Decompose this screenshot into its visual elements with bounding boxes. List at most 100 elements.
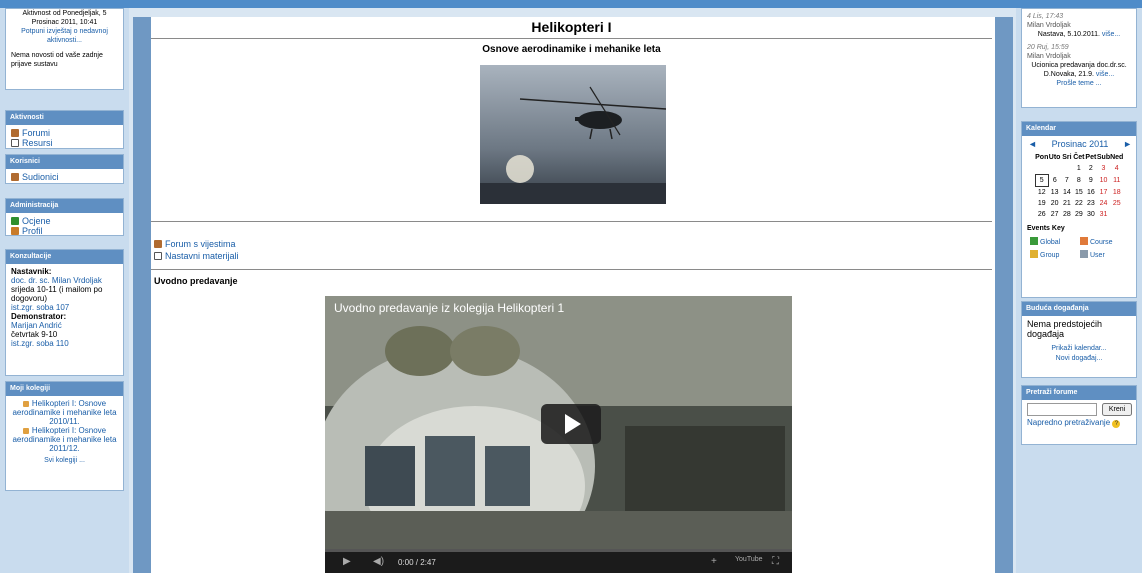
calendar-day[interactable]: 6 [1048,175,1061,187]
calendar-day[interactable]: 20 [1048,198,1061,209]
calendar-day[interactable]: 10 [1097,175,1110,187]
section-title: Uvodno predavanje [154,276,238,286]
calendar-day[interactable]: 22 [1073,198,1085,209]
events-key-title: Events Key [1027,225,1065,232]
search-forums-title: Pretraži forume [1022,386,1136,400]
key-global[interactable]: Global [1030,236,1080,249]
weekday-header: Pet [1085,154,1097,161]
profil-link[interactable]: Profil [11,226,118,236]
calendar-day[interactable]: 1 [1073,163,1085,175]
calendar-day[interactable]: 3 [1097,163,1110,175]
calendar-month[interactable]: Prosinac 2011 [1022,139,1136,149]
all-courses-link[interactable]: Svi kolegiji ... [11,456,118,465]
calendar-day[interactable]: 30 [1085,209,1097,220]
new-event-link[interactable]: Novi događaj... [1027,354,1131,364]
demonstrator-room-link[interactable]: ist.zgr. soba 110 [11,339,118,348]
demonstrator-name-link[interactable]: Marijan Andrić [11,321,118,330]
video-title[interactable]: Uvodno predavanje iz kolegija Helikopter… [334,301,564,315]
news-1-more-link[interactable]: više... [1102,31,1120,38]
calendar-day[interactable]: 19 [1035,198,1048,209]
calendar-day [1110,209,1123,220]
advanced-search-link[interactable]: Napredno pretraživanje ? [1027,418,1131,428]
calendar-day[interactable]: 4 [1110,163,1123,175]
calendar-day[interactable]: 25 [1110,198,1123,209]
no-upcoming-text: Nema predstojećih događaja [1027,319,1103,339]
video-controls: ▶ ◀) 0:00 / 2:47 + YouTube ⛶ [325,549,792,573]
calendar-day[interactable]: 16 [1085,187,1097,199]
help-icon[interactable]: ? [1112,420,1121,428]
konzultacije-title: Konzultacije [6,250,123,264]
calendar-day[interactable]: 5 [1034,174,1049,187]
play-icon[interactable]: ▶ [343,556,351,567]
key-course[interactable]: Course [1080,237,1113,246]
calendar-day[interactable]: 2 [1085,163,1097,175]
konzultacije-block: Konzultacije Nastavnik: doc. dr. sc. Mil… [5,249,124,376]
key-user[interactable]: User [1080,250,1105,259]
news-2-more-link[interactable]: više... [1096,71,1114,78]
resursi-link[interactable]: Resursi [11,138,118,148]
calendar-title: Kalendar [1022,122,1136,136]
full-activity-report-link[interactable]: Potpuni izvještaj o nedavnoj aktivnosti.… [11,27,118,45]
key-user-label: User [1090,252,1105,259]
calendar-day[interactable]: 28 [1061,209,1073,220]
calendar-day [1048,163,1061,175]
resource-icon [154,252,162,260]
calendar-day[interactable]: 8 [1073,175,1085,187]
calendar-day[interactable]: 31 [1097,209,1110,220]
calendar-day[interactable]: 9 [1085,175,1097,187]
next-month-button[interactable]: ► [1123,139,1132,149]
calendar-day[interactable]: 29 [1073,209,1085,220]
calendar-day[interactable]: 23 [1085,198,1097,209]
fullscreen-icon[interactable]: ⛶ [772,556,779,567]
sudionici-link[interactable]: Sudionici [11,172,118,182]
calendar-day[interactable]: 13 [1048,187,1061,199]
calendar-day[interactable]: 15 [1073,187,1085,199]
activity-line-2: Prosinac 2011, 10:41 [31,19,98,26]
teacher-room-link[interactable]: ist.zgr. soba 107 [11,303,118,312]
calendar-day [1035,163,1048,175]
title-divider [151,38,992,39]
calendar-day[interactable]: 18 [1110,187,1123,199]
course-link-2010[interactable]: Helikopteri I: Osnove aerodinamike i meh… [11,399,118,426]
forumi-link[interactable]: Forumi [11,128,118,138]
participants-icon [11,173,19,181]
right-column: 4 Lis, 17:43 Milan Vrdoljak Nastava, 5.1… [1016,8,1142,573]
plus-icon[interactable]: + [711,556,717,567]
calendar-day[interactable]: 24 [1097,198,1110,209]
teacher-name-link[interactable]: doc. dr. sc. Milan Vrdoljak [11,276,118,285]
profil-label: Profil [22,226,43,236]
moji-kolegiji-title: Moji kolegiji [6,382,123,396]
ocjene-link[interactable]: Ocjene [11,216,118,226]
show-calendar-link[interactable]: Prikaži kalendar... [1027,344,1131,354]
teaching-materials-link[interactable]: Nastavni materijali [154,250,239,262]
calendar-nav: ◄ Prosinac 2011 ► [1022,136,1136,152]
calendar-day[interactable]: 14 [1061,187,1073,199]
calendar-grid: Pon Uto Sri Čet Pet Sub Ned 1 2 3 4 5 6 7 8 9 10 11 12 13 1… [1034,152,1123,220]
administracija-block: Administracija Ocjene Profil [5,198,124,236]
calendar-day[interactable]: 17 [1097,187,1110,199]
video-player[interactable]: Uvodno predavanje iz kolegija Helikopter… [325,296,792,573]
calendar-day[interactable]: 12 [1035,187,1048,199]
news-forum-link[interactable]: Forum s vijestima [154,238,239,250]
old-topics-link[interactable]: Prošle teme ... [1027,79,1131,88]
group-color-icon [1030,250,1038,258]
course-link-2011[interactable]: Helikopteri I: Osnove aerodinamike i meh… [11,426,118,453]
upcoming-title: Buduća događanja [1022,302,1136,316]
resursi-label: Resursi [22,138,53,148]
video-progress-bar[interactable] [325,549,792,552]
image-divider [151,221,992,222]
demonstrator-label: Demonstrator: [11,312,67,321]
youtube-logo-icon[interactable]: YouTube [735,556,763,563]
korisnici-title: Korisnici [6,155,123,169]
calendar-day[interactable]: 11 [1110,175,1123,187]
calendar-day[interactable]: 7 [1061,175,1073,187]
calendar-day[interactable]: 27 [1048,209,1061,220]
search-button[interactable]: Kreni [1102,403,1132,416]
calendar-day[interactable]: 26 [1035,209,1048,220]
search-input[interactable] [1027,403,1097,416]
play-button[interactable] [541,404,601,444]
calendar-day[interactable]: 21 [1061,198,1073,209]
weekday-header: Pon [1035,154,1049,161]
volume-icon[interactable]: ◀) [373,556,384,567]
key-group[interactable]: Group [1030,249,1080,262]
